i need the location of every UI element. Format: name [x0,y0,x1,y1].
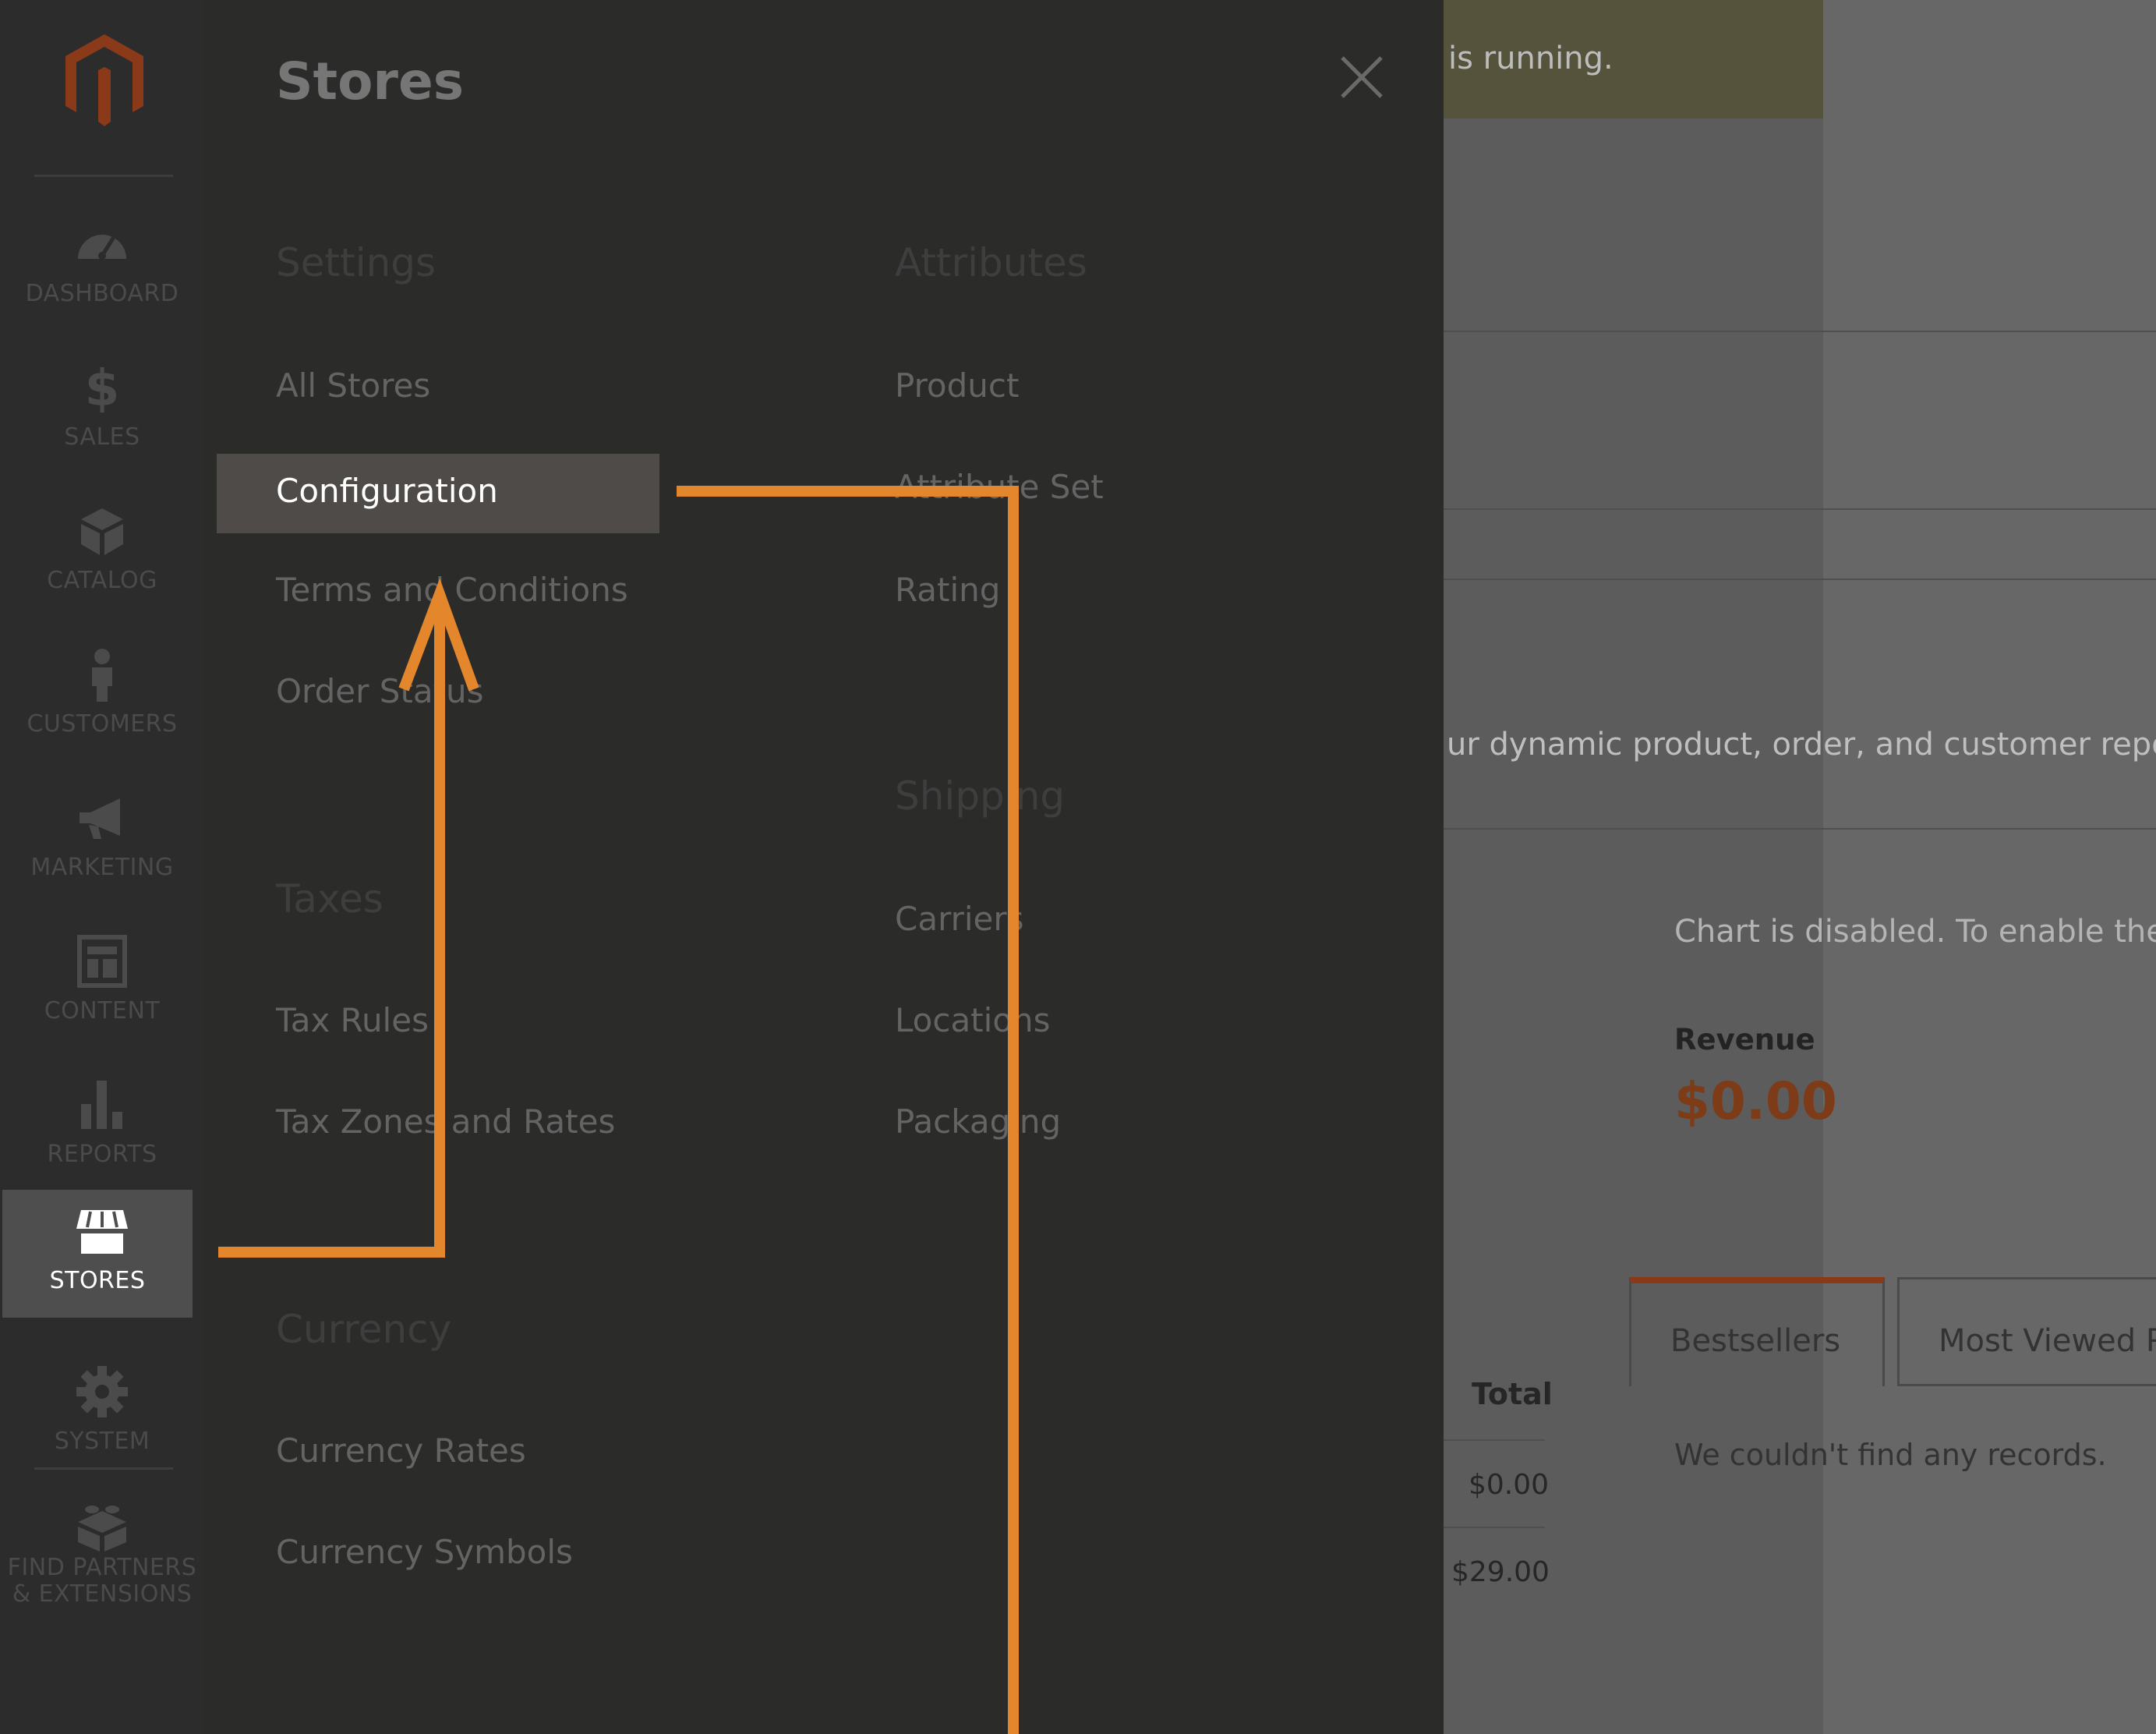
no-records-message: We couldn't find any records. [1674,1438,2107,1472]
sidebar-item-reports[interactable]: REPORTS [0,1063,204,1191]
lego-brick-icon [78,1506,126,1552]
menu-link-tax-zones-and-rates[interactable]: Tax Zones and Rates [276,1102,615,1141]
sidebar-item-label: DASHBOARD [25,280,179,307]
box-icon [81,508,123,555]
person-icon [92,649,112,702]
sidebar-item-sales[interactable]: $ SALES [0,346,204,474]
sidebar-item-label: CUSTOMERS [27,710,178,738]
sidebar-item-marketing[interactable]: MARKETING [0,777,204,904]
admin-sidebar: DASHBOARD $ SALES CATALOG CUSTOMERS MARK… [0,0,204,1734]
menu-link-all-stores[interactable]: All Stores [276,366,430,405]
dashboard-icon [78,235,126,260]
sidebar-item-label: CATALOG [47,567,157,594]
menu-link-currency-symbols[interactable]: Currency Symbols [276,1533,573,1571]
menu-link-terms-and-conditions[interactable]: Terms and Conditions [276,571,628,609]
group-title-settings: Settings [276,240,437,285]
sidebar-divider [34,1467,173,1470]
divider [1444,508,2156,510]
tab-most-viewed[interactable]: Most Viewed P [1897,1277,2156,1386]
banner-text: is running. [1448,41,1613,76]
tab-bestsellers[interactable]: Bestsellers [1629,1277,1885,1386]
sidebar-item-system[interactable]: SYSTEM [0,1350,204,1478]
divider [1444,579,2156,580]
sidebar-item-label: REPORTS [47,1141,157,1168]
sidebar-item-label: FIND PARTNERS & EXTENSIONS [0,1555,204,1608]
storefront-icon [76,1210,128,1254]
sidebar-item-find-partners[interactable]: FIND PARTNERS & EXTENSIONS [0,1486,204,1626]
tab-label: Bestsellers [1670,1323,1841,1359]
divider [1444,828,2156,830]
menu-link-rating[interactable]: Rating [895,571,1000,609]
partners-label-line1: FIND PARTNERS [7,1554,197,1581]
stores-flyout-menu: Stores Settings All Stores Configuration… [204,0,1444,1734]
menu-link-currency-rates[interactable]: Currency Rates [276,1431,526,1470]
sidebar-item-label: STORES [49,1267,146,1294]
dashboard-right-column [1823,0,2156,1734]
table-cell-total: $29.00 [1451,1556,1550,1588]
layout-icon [77,935,127,988]
megaphone-icon [80,798,120,839]
menu-link-attribute-set[interactable]: Attribute Set [895,468,1104,506]
revenue-label: Revenue [1674,1023,1815,1056]
group-title-attributes: Attributes [895,240,1087,285]
group-title-shipping: Shipping [895,773,1066,819]
sidebar-item-content[interactable]: CONTENT [0,920,204,1048]
menu-link-tax-rules[interactable]: Tax Rules [276,1001,429,1039]
revenue-value: $0.00 [1674,1071,1837,1131]
dollar-icon: $ [85,360,120,415]
sidebar-divider [34,175,173,177]
sidebar-item-stores[interactable]: STORES [2,1190,193,1318]
menu-link-carriers[interactable]: Carriers [895,900,1024,938]
bar-chart-icon [81,1081,122,1129]
table-cell-total: $0.00 [1469,1469,1550,1501]
group-title-currency: Currency [276,1307,452,1352]
table-divider [1444,1439,1545,1441]
sidebar-item-label: CONTENT [44,997,161,1024]
sidebar-item-dashboard[interactable]: DASHBOARD [0,203,204,331]
menu-link-packaging[interactable]: Packaging [895,1102,1061,1141]
close-icon[interactable] [1334,50,1389,104]
svg-text:$: $ [85,360,120,415]
sidebar-item-customers[interactable]: CUSTOMERS [0,633,204,761]
flyout-title: Stores [276,51,465,111]
dashboard-intro-text: ur dynamic product, order, and customer … [1447,727,2156,763]
divider [1444,331,2156,332]
table-header-total: Total [1472,1377,1553,1411]
sidebar-item-catalog[interactable]: CATALOG [0,490,204,618]
group-title-taxes: Taxes [276,876,383,922]
sidebar-item-label: MARKETING [30,854,174,881]
menu-link-configuration[interactable]: Configuration [217,454,659,533]
gear-icon [76,1366,128,1417]
table-divider [1444,1527,1545,1528]
tab-label: Most Viewed P [1939,1323,2156,1359]
menu-link-locations[interactable]: Locations [895,1001,1051,1039]
sidebar-item-label: SALES [64,423,140,451]
dashboard-background: is running. ur dynamic product, order, a… [1444,0,2156,1734]
menu-link-product[interactable]: Product [895,366,1019,405]
chart-disabled-note: Chart is disabled. To enable the [1674,914,2156,950]
screen: is running. ur dynamic product, order, a… [0,0,2156,1734]
menu-link-order-status[interactable]: Order Status [276,672,484,710]
partners-label-line2: & EXTENSIONS [12,1580,193,1608]
magento-logo-icon[interactable] [58,30,151,129]
sidebar-item-label: SYSTEM [54,1428,150,1455]
